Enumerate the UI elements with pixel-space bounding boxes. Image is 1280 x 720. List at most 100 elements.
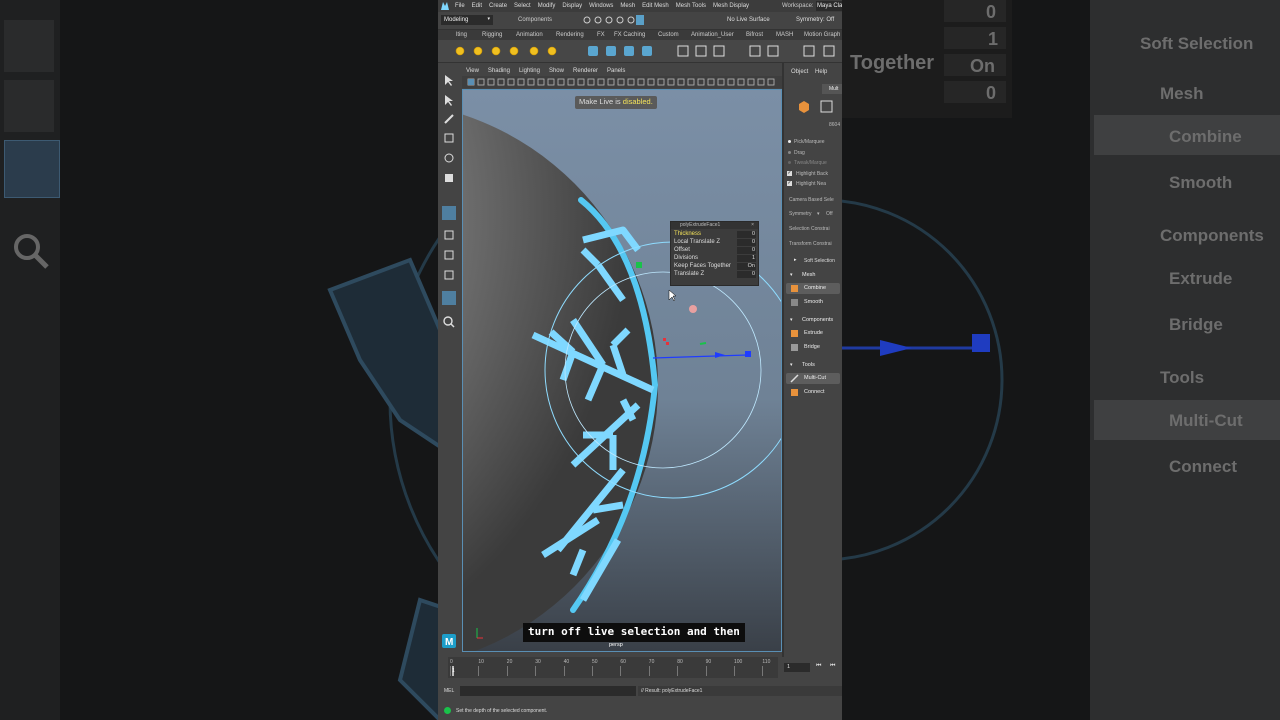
viewport-menu-renderer[interactable]: Renderer bbox=[573, 68, 598, 74]
menu-mesh-tools[interactable]: Mesh Tools bbox=[676, 3, 706, 9]
toolkit-menu-object[interactable]: Object bbox=[791, 69, 808, 75]
shelf-light-icon[interactable] bbox=[529, 46, 539, 56]
section-mesh[interactable]: Mesh bbox=[802, 272, 815, 278]
checkbox-checked[interactable]: ✓ bbox=[787, 181, 792, 186]
shelf-tool-icon[interactable] bbox=[677, 45, 689, 57]
components-label[interactable]: Components bbox=[518, 17, 552, 23]
connect-button[interactable]: Connect bbox=[786, 387, 840, 398]
menu-modify[interactable]: Modify bbox=[538, 3, 556, 9]
outliner-layout-icon[interactable] bbox=[442, 291, 456, 305]
move-tool-icon[interactable] bbox=[444, 133, 454, 143]
combine-button[interactable]: Combine bbox=[786, 283, 840, 294]
viewport-menu-show[interactable]: Show bbox=[549, 68, 564, 74]
inview-row-keep-faces-together[interactable]: Keep Faces Together On bbox=[674, 263, 758, 271]
viewport-menu-shading[interactable]: Shading bbox=[488, 68, 510, 74]
workspace-dropdown[interactable]: Maya Cla bbox=[816, 1, 842, 11]
mode-dropdown[interactable]: Modeling ▾ bbox=[441, 15, 493, 25]
shelf-light-icon[interactable] bbox=[547, 46, 557, 56]
lasso-tool-icon[interactable] bbox=[445, 95, 453, 106]
selected-tool-icon[interactable] bbox=[442, 206, 456, 220]
tab-mash[interactable]: MASH bbox=[776, 32, 793, 38]
selection-constraint[interactable]: Selection Constrai bbox=[789, 226, 830, 232]
extrude-button[interactable]: Extrude bbox=[786, 328, 840, 339]
multi-cut-button[interactable]: Multi-Cut bbox=[786, 373, 840, 384]
menu-mesh-display[interactable]: Mesh Display bbox=[713, 3, 749, 9]
transform-constraint[interactable]: Transform Constrai bbox=[789, 241, 832, 247]
toolkit-tab-multi[interactable]: Mult bbox=[822, 84, 842, 94]
select-tool-icon[interactable] bbox=[445, 75, 453, 86]
viewport-menu-panels[interactable]: Panels bbox=[607, 68, 625, 74]
option-drag[interactable]: Drag bbox=[794, 150, 805, 156]
close-icon[interactable]: × bbox=[751, 222, 754, 228]
tab-fx-caching[interactable]: FX Caching bbox=[614, 32, 645, 38]
menu-file[interactable]: File bbox=[455, 3, 465, 9]
shelf-tool-icon[interactable] bbox=[823, 45, 835, 57]
menu-windows[interactable]: Windows bbox=[589, 3, 613, 9]
chevron-down-icon[interactable]: ▾ bbox=[817, 211, 820, 217]
chevron-right-icon[interactable]: ▸ bbox=[794, 257, 797, 263]
tab-animation[interactable]: Animation bbox=[516, 32, 543, 38]
manipulator-z-handle[interactable] bbox=[745, 351, 751, 357]
tab-rigging[interactable]: Rigging bbox=[482, 32, 502, 38]
toolkit-menu-help[interactable]: Help bbox=[815, 69, 827, 75]
shelf-light-icon[interactable] bbox=[455, 46, 465, 56]
viewport-persp[interactable]: Make Live is disabled. polyExtrudeFace1 … bbox=[462, 89, 782, 652]
option-tweak-marquee[interactable]: Tweak/Marque bbox=[794, 160, 827, 166]
symmetry-value[interactable]: Off bbox=[826, 211, 833, 217]
object-mode-icon[interactable] bbox=[799, 101, 809, 113]
viewport-menu-lighting[interactable]: Lighting bbox=[519, 68, 540, 74]
inview-row-offset[interactable]: Offset 0 bbox=[674, 247, 758, 255]
shelf-render-icon[interactable] bbox=[588, 46, 598, 56]
section-components[interactable]: Components bbox=[802, 317, 833, 323]
chevron-down-icon[interactable]: ▾ bbox=[790, 362, 793, 368]
tab-motion-graph[interactable]: Motion Graph bbox=[804, 32, 840, 38]
symmetry-status[interactable]: Symmetry: Off bbox=[796, 17, 834, 23]
shelf-render-icon[interactable] bbox=[606, 46, 616, 56]
tab-bifrost[interactable]: Bifrost bbox=[746, 32, 763, 38]
section-tools[interactable]: Tools bbox=[802, 362, 815, 368]
search-icon[interactable] bbox=[443, 316, 453, 326]
layout-icon[interactable] bbox=[444, 250, 454, 260]
shelf-tool-icon[interactable] bbox=[803, 45, 815, 57]
checkbox-checked[interactable]: ✓ bbox=[787, 171, 792, 176]
tab-fx[interactable]: FX bbox=[597, 32, 605, 38]
layout-icon[interactable] bbox=[444, 230, 454, 240]
manipulator-z-axis[interactable] bbox=[652, 354, 748, 359]
tab-animation-user[interactable]: Animation_User bbox=[691, 32, 734, 38]
inview-row-translate-z[interactable]: Translate Z0 bbox=[674, 271, 758, 279]
shelf-light-icon[interactable] bbox=[473, 46, 483, 56]
shelf-light-icon[interactable] bbox=[509, 46, 519, 56]
menu-select[interactable]: Select bbox=[514, 3, 531, 9]
shelf-tool-icon[interactable] bbox=[695, 45, 707, 57]
shelf-light-icon[interactable] bbox=[491, 46, 501, 56]
manipulator-x-handle[interactable] bbox=[689, 305, 697, 313]
paint-tool-icon[interactable] bbox=[444, 114, 454, 124]
inview-row-thickness[interactable]: Thickness 0 bbox=[674, 231, 758, 239]
option-highlight-back[interactable]: Highlight Back bbox=[796, 171, 828, 177]
menu-display[interactable]: Display bbox=[562, 3, 582, 9]
chevron-down-icon[interactable]: ▾ bbox=[790, 317, 793, 323]
option-highlight-nearest[interactable]: Highlight Nea bbox=[796, 181, 826, 187]
maya-m-icon[interactable]: M bbox=[442, 634, 456, 648]
manipulator-y-handle[interactable] bbox=[636, 262, 642, 268]
command-language-label[interactable]: MEL bbox=[444, 688, 454, 694]
start-frame-field[interactable]: 1 bbox=[784, 663, 810, 672]
bridge-button[interactable]: Bridge bbox=[786, 342, 840, 353]
inview-row-divisions[interactable]: Divisions 1 bbox=[674, 255, 758, 263]
layout-icon[interactable] bbox=[444, 270, 454, 280]
shelf-tool-icon[interactable] bbox=[767, 45, 779, 57]
menu-mesh[interactable]: Mesh bbox=[620, 3, 635, 9]
option-pick-marquee[interactable]: Pick/Marquee bbox=[794, 139, 825, 145]
rotate-tool-icon[interactable] bbox=[444, 153, 454, 163]
menu-create[interactable]: Create bbox=[489, 3, 507, 9]
vertex-mode-icon[interactable] bbox=[820, 100, 833, 113]
shelf-render-icon[interactable] bbox=[642, 46, 652, 56]
play-back-icon[interactable]: ⏮ bbox=[830, 663, 835, 670]
tab-lighting[interactable]: lting bbox=[456, 32, 467, 38]
tab-rendering[interactable]: Rendering bbox=[556, 32, 584, 38]
camera-based-selection[interactable]: Camera Based Sele bbox=[789, 197, 834, 203]
inview-row-local-translate-z[interactable]: Local Translate Z0 bbox=[674, 239, 758, 247]
smooth-button[interactable]: Smooth bbox=[786, 297, 840, 308]
shelf-render-icon[interactable] bbox=[624, 46, 634, 56]
viewport-menu-view[interactable]: View bbox=[466, 68, 479, 74]
